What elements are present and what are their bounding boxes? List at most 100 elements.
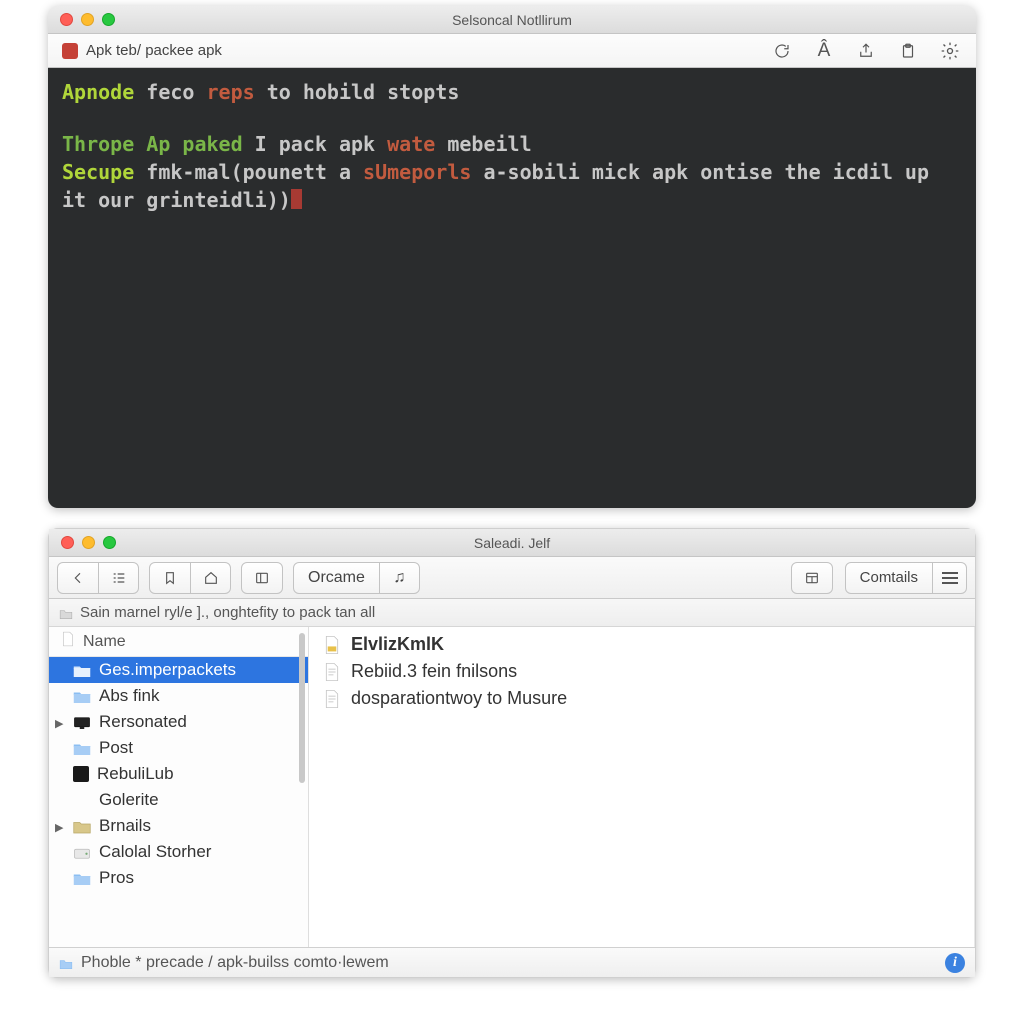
contails-button[interactable]: Comtails <box>846 563 932 593</box>
sidebar-item-label: Brnails <box>99 816 151 836</box>
home-button[interactable] <box>190 563 230 593</box>
terminal-line-1: Apnode feco reps to hobild stopts <box>62 78 962 106</box>
terminal-body[interactable]: Apnode feco reps to hobild stopts Thrope… <box>48 68 976 508</box>
monitor-icon <box>73 715 91 729</box>
terminal-title: Selsoncal Notllirum <box>452 12 572 28</box>
finder-close-button[interactable] <box>61 536 74 549</box>
sidebar-item-post[interactable]: Post <box>49 735 308 761</box>
finder-title: Saleadi. Jelf <box>474 535 550 551</box>
sidebar-item-calolalstorher[interactable]: Calolal Storher <box>49 839 308 865</box>
view-list-button[interactable] <box>98 563 138 593</box>
breadcrumb[interactable]: Sain marnel ryl/e ]., onghtefity to pack… <box>49 599 975 627</box>
finder-minimize-button[interactable] <box>82 536 95 549</box>
folder-icon <box>73 871 91 885</box>
panel-seg <box>241 562 283 594</box>
file-item-elvizkmlk[interactable]: ElvlizKmlK <box>317 631 966 658</box>
reload-icon <box>773 42 791 60</box>
sidebar-item-label: Ges.imperpackets <box>99 660 236 680</box>
sidebar-item-golerite[interactable]: Golerite <box>49 787 308 813</box>
zoom-button[interactable] <box>102 13 115 26</box>
json-file-icon <box>323 635 341 655</box>
doc-icon <box>61 631 75 652</box>
sidebar-item-label: Abs fink <box>99 686 159 706</box>
breadcrumb-text: Sain marnel ryl/e ]., onghtefity to pack… <box>80 604 375 621</box>
terminal-tab-label: Apk teb/ packee apk <box>86 42 222 59</box>
orcame-seg: Orcame ♫ <box>293 562 420 594</box>
clipboard-button[interactable] <box>888 37 928 65</box>
reload-button[interactable] <box>762 37 802 65</box>
terminal-toolbar-right: Â <box>762 37 970 65</box>
terminal-tabbar: Apk teb/ packee apk Â <box>48 34 976 68</box>
sidebar[interactable]: Name Ges.imperpackets Abs fink ▶ Rersona… <box>49 627 309 947</box>
disclosure-icon[interactable]: ▶ <box>55 717 63 730</box>
content-pane[interactable]: ElvlizKmlK Rebiid.3 fein fnilsons dospar… <box>309 627 975 947</box>
sidebar-icon <box>254 570 270 586</box>
sidebar-item-absfink[interactable]: Abs fink <box>49 683 308 709</box>
sidebar-item-gesimperpackets[interactable]: Ges.imperpackets <box>49 657 308 683</box>
file-label: ElvlizKmlK <box>351 634 444 655</box>
folder-icon <box>73 689 91 703</box>
sidebar-item-pros[interactable]: Pros <box>49 865 308 891</box>
doc-file-icon <box>323 662 341 682</box>
terminal-tab[interactable]: Apk teb/ packee apk <box>54 42 230 59</box>
terminal-line-4: it our grinteidli)) <box>62 186 962 214</box>
finder-zoom-button[interactable] <box>103 536 116 549</box>
status-folder-icon <box>59 957 73 969</box>
layout-button[interactable] <box>792 563 832 593</box>
contails-seg: Comtails <box>845 562 967 594</box>
layout-icon <box>804 570 820 586</box>
sidebar-item-rebulilub[interactable]: RebuliLub <box>49 761 308 787</box>
finder-toolbar: Orcame ♫ Comtails <box>49 557 975 599</box>
file-item-dosparation[interactable]: dosparationtwoy to Musure <box>317 685 966 712</box>
music-icon: ♫ <box>393 569 405 587</box>
sidebar-item-rersonated[interactable]: ▶ Rersonated <box>49 709 308 735</box>
disk-icon <box>73 845 91 859</box>
traffic-lights <box>60 13 115 26</box>
finder-split: Name Ges.imperpackets Abs fink ▶ Rersona… <box>49 627 975 947</box>
sidebar-toggle-button[interactable] <box>242 563 282 593</box>
gear-icon <box>940 41 960 61</box>
finder-window: Saleadi. Jelf Orcame ♫ Comtails <box>48 528 976 978</box>
compass-button[interactable]: Â <box>804 37 844 65</box>
status-path: Phoble * precade / apk-builss comto·lewe… <box>81 954 389 972</box>
sidebar-item-label: Post <box>99 738 133 758</box>
minimize-button[interactable] <box>81 13 94 26</box>
file-label: dosparationtwoy to Musure <box>351 688 567 709</box>
close-button[interactable] <box>60 13 73 26</box>
terminal-cursor <box>291 189 302 209</box>
status-bar: Phoble * precade / apk-builss comto·lewe… <box>49 947 975 977</box>
action-seg <box>149 562 231 594</box>
home-icon <box>203 570 219 586</box>
file-item-rebiid[interactable]: Rebiid.3 fein fnilsons <box>317 658 966 685</box>
terminal-tab-icon <box>62 43 78 59</box>
folder-icon <box>73 741 91 755</box>
bookmark-icon <box>162 570 178 586</box>
settings-button[interactable] <box>930 37 970 65</box>
share-icon <box>857 42 875 60</box>
app-icon <box>73 766 89 782</box>
terminal-titlebar: Selsoncal Notllirum <box>48 6 976 34</box>
sidebar-item-label: Rersonated <box>99 712 187 732</box>
info-button[interactable]: i <box>945 953 965 973</box>
orcame-button[interactable]: Orcame <box>294 563 379 593</box>
doc-file-icon <box>323 689 341 709</box>
sidebar-header[interactable]: Name <box>49 627 308 657</box>
share-button[interactable] <box>846 37 886 65</box>
finder-toolbar-right: Comtails <box>791 562 967 594</box>
sidebar-item-brnails[interactable]: ▶ Brnails <box>49 813 308 839</box>
bookmark-button[interactable] <box>150 563 190 593</box>
compass-icon: Â <box>818 40 831 62</box>
sidebar-item-label: RebuliLub <box>97 764 174 784</box>
music-button[interactable]: ♫ <box>379 563 419 593</box>
sidebar-item-label: Calolal Storher <box>99 842 211 862</box>
terminal-window: Selsoncal Notllirum Apk teb/ packee apk … <box>48 6 976 508</box>
layout-seg <box>791 562 833 594</box>
disclosure-icon[interactable]: ▶ <box>55 821 63 834</box>
terminal-line-2: Thrope Ap paked I pack apk wate mebeill <box>62 130 962 158</box>
menu-button[interactable] <box>932 563 966 593</box>
back-button[interactable] <box>58 563 98 593</box>
terminal-line-3: Secupe fmk-mal(pounett a sUmeporls a-sob… <box>62 158 962 186</box>
sidebar-item-label: Golerite <box>99 790 159 810</box>
finder-titlebar: Saleadi. Jelf <box>49 529 975 557</box>
sidebar-item-label: Pros <box>99 868 134 888</box>
